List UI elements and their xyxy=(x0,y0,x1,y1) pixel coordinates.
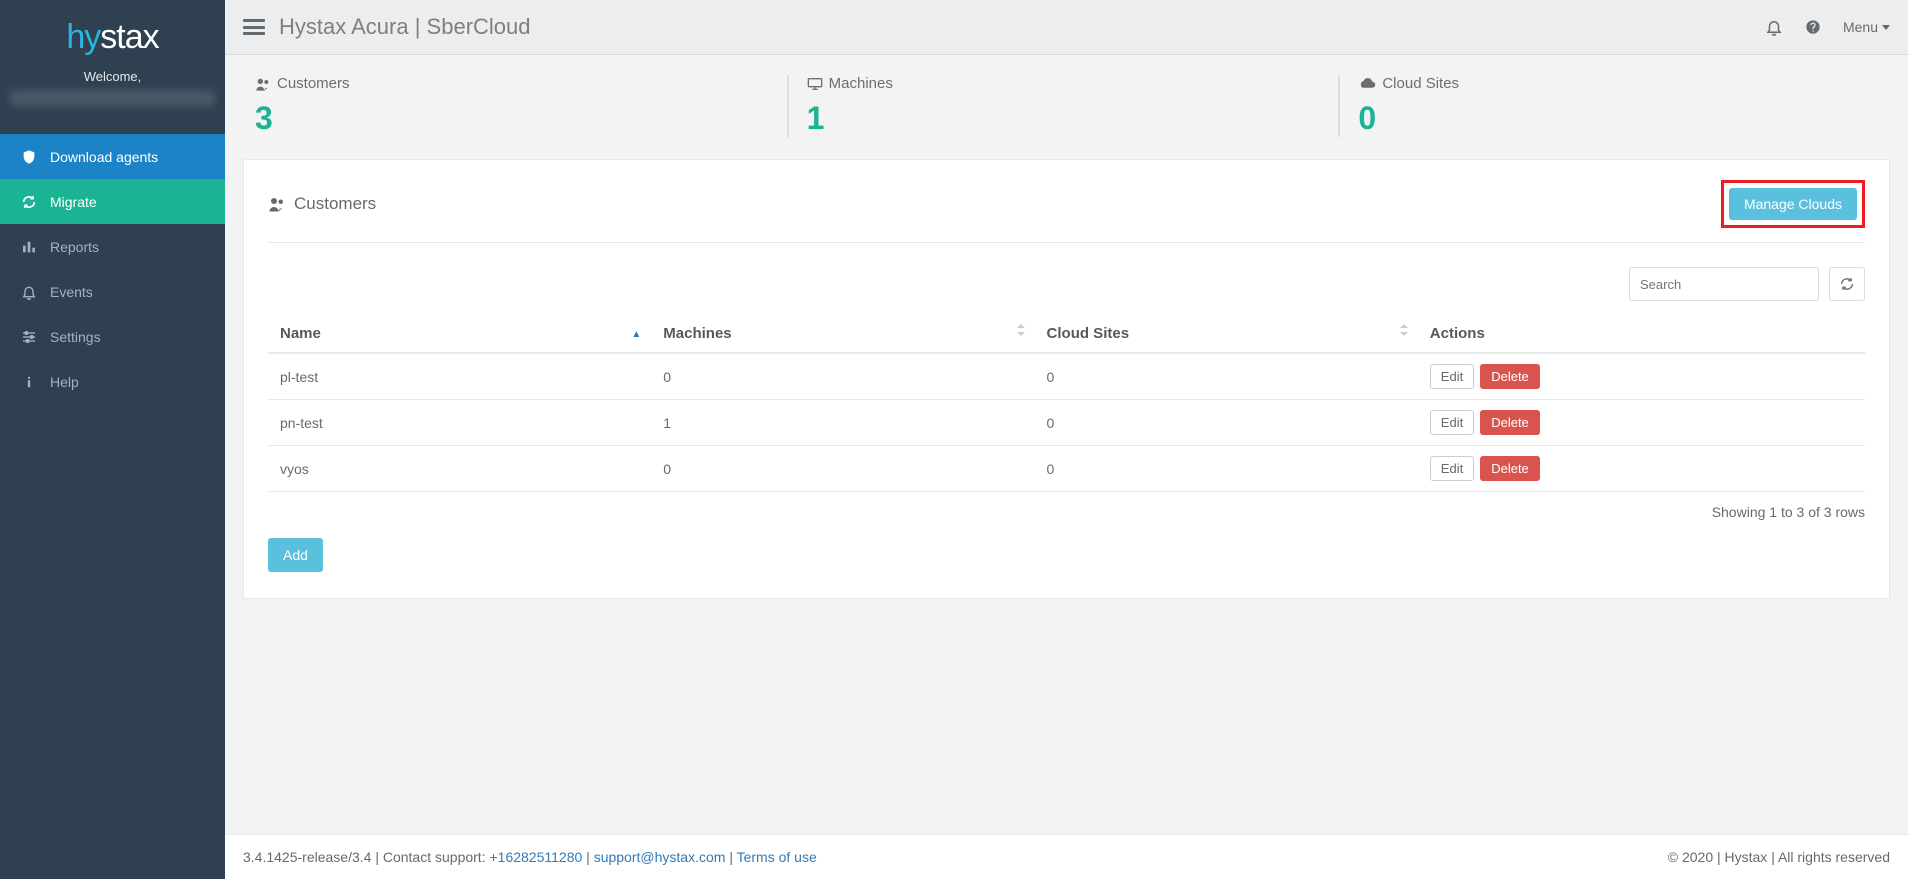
cell-cloudsites: 0 xyxy=(1035,446,1418,492)
stat-value: 1 xyxy=(807,100,1339,137)
edit-button[interactable]: Edit xyxy=(1430,364,1474,389)
stat-label: Cloud Sites xyxy=(1358,75,1890,92)
cell-machines: 1 xyxy=(651,400,1034,446)
cell-name: pl-test xyxy=(268,353,651,400)
delete-button[interactable]: Delete xyxy=(1480,364,1540,389)
cloud-icon xyxy=(1358,77,1376,91)
nav-label: Settings xyxy=(50,329,101,345)
edit-button[interactable]: Edit xyxy=(1430,410,1474,435)
stat-value: 0 xyxy=(1358,100,1890,137)
welcome-block: Welcome, xyxy=(0,69,225,120)
nav-label: Help xyxy=(50,374,79,390)
delete-button[interactable]: Delete xyxy=(1480,456,1540,481)
info-icon xyxy=(18,375,40,389)
nav: Download agents Migrate Reports Events xyxy=(0,134,225,404)
bell-icon xyxy=(18,284,40,300)
nav-reports[interactable]: Reports xyxy=(0,224,225,269)
search-input[interactable] xyxy=(1629,267,1819,301)
users-icon xyxy=(268,196,286,212)
cell-cloudsites: 0 xyxy=(1035,400,1418,446)
table-row: vyos00EditDelete xyxy=(268,446,1865,492)
nav-settings[interactable]: Settings xyxy=(0,314,225,359)
footer-right: © 2020 | Hystax | All rights reserved xyxy=(1668,849,1890,865)
refresh-button[interactable] xyxy=(1829,267,1865,301)
panel-header: Customers Manage Clouds xyxy=(268,180,1865,243)
logo-part1: hy xyxy=(66,18,100,56)
nav-help[interactable]: Help xyxy=(0,359,225,404)
cell-name: vyos xyxy=(268,446,651,492)
footer-left: 3.4.1425-release/3.4 | Contact support: … xyxy=(243,849,817,865)
cell-name: pn-test xyxy=(268,400,651,446)
delete-button[interactable]: Delete xyxy=(1480,410,1540,435)
table-toolbar xyxy=(268,267,1865,301)
welcome-username-blurred xyxy=(10,90,215,106)
menu-dropdown[interactable]: Menu xyxy=(1843,19,1890,35)
manage-clouds-highlight: Manage Clouds xyxy=(1721,180,1865,228)
table-info: Showing 1 to 3 of 3 rows xyxy=(268,504,1865,520)
add-button[interactable]: Add xyxy=(268,538,323,572)
logo-part2: stax xyxy=(100,18,158,56)
menu-label: Menu xyxy=(1843,19,1878,35)
manage-clouds-button[interactable]: Manage Clouds xyxy=(1729,188,1857,220)
footer: 3.4.1425-release/3.4 | Contact support: … xyxy=(225,834,1908,879)
footer-terms-link[interactable]: Terms of use xyxy=(737,849,817,865)
chart-icon xyxy=(18,239,40,255)
sidebar: hystax Welcome, Download agents Migrate xyxy=(0,0,225,879)
cell-cloudsites: 0 xyxy=(1035,353,1418,400)
topbar: Hystax Acura | SberCloud Menu xyxy=(225,0,1908,55)
logo: hystax xyxy=(0,0,225,69)
migrate-icon xyxy=(18,194,40,210)
topbar-right: Menu xyxy=(1765,18,1890,36)
stat-machines: Machines 1 xyxy=(787,75,1339,137)
chevron-down-icon xyxy=(1882,25,1890,30)
table-row: pn-test10EditDelete xyxy=(268,400,1865,446)
nav-events[interactable]: Events xyxy=(0,269,225,314)
cell-machines: 0 xyxy=(651,353,1034,400)
stat-cloudsites: Cloud Sites 0 xyxy=(1338,75,1890,137)
nav-label: Migrate xyxy=(50,194,97,210)
stat-customers: Customers 3 xyxy=(243,75,787,137)
page-title: Hystax Acura | SberCloud xyxy=(279,14,531,40)
users-icon xyxy=(255,77,271,91)
cell-machines: 0 xyxy=(651,446,1034,492)
nav-label: Download agents xyxy=(50,149,158,165)
nav-migrate[interactable]: Migrate xyxy=(0,179,225,224)
cell-actions: EditDelete xyxy=(1418,400,1865,446)
nav-download-agents[interactable]: Download agents xyxy=(0,134,225,179)
content: Customers Manage Clouds Name xyxy=(225,141,1908,834)
welcome-text: Welcome, xyxy=(10,69,215,84)
help-icon[interactable] xyxy=(1805,19,1821,35)
col-cloudsites[interactable]: Cloud Sites xyxy=(1035,315,1418,353)
stats-row: Customers 3 Machines 1 Cloud S xyxy=(225,55,1908,141)
stat-label: Machines xyxy=(807,75,1339,92)
desktop-icon xyxy=(807,77,823,91)
notification-bell-icon[interactable] xyxy=(1765,18,1783,36)
shield-icon xyxy=(18,149,40,165)
stat-value: 3 xyxy=(255,100,787,137)
cell-actions: EditDelete xyxy=(1418,446,1865,492)
hamburger-icon[interactable] xyxy=(243,19,265,35)
panel-title: Customers xyxy=(268,194,376,214)
footer-phone-link[interactable]: +16282511280 xyxy=(489,849,582,865)
sliders-icon xyxy=(18,329,40,345)
footer-email-link[interactable]: support@hystax.com xyxy=(594,849,726,865)
refresh-icon xyxy=(1839,276,1855,292)
nav-label: Reports xyxy=(50,239,99,255)
stat-label: Customers xyxy=(255,75,787,92)
edit-button[interactable]: Edit xyxy=(1430,456,1474,481)
table-row: pl-test00EditDelete xyxy=(268,353,1865,400)
customers-table: Name Machines Cloud Sites Actions pl-tes… xyxy=(268,315,1865,492)
customers-panel: Customers Manage Clouds Name xyxy=(243,159,1890,599)
main: Hystax Acura | SberCloud Menu xyxy=(225,0,1908,879)
nav-label: Events xyxy=(50,284,93,300)
col-machines[interactable]: Machines xyxy=(651,315,1034,353)
col-actions: Actions xyxy=(1418,315,1865,353)
cell-actions: EditDelete xyxy=(1418,353,1865,400)
col-name[interactable]: Name xyxy=(268,315,651,353)
